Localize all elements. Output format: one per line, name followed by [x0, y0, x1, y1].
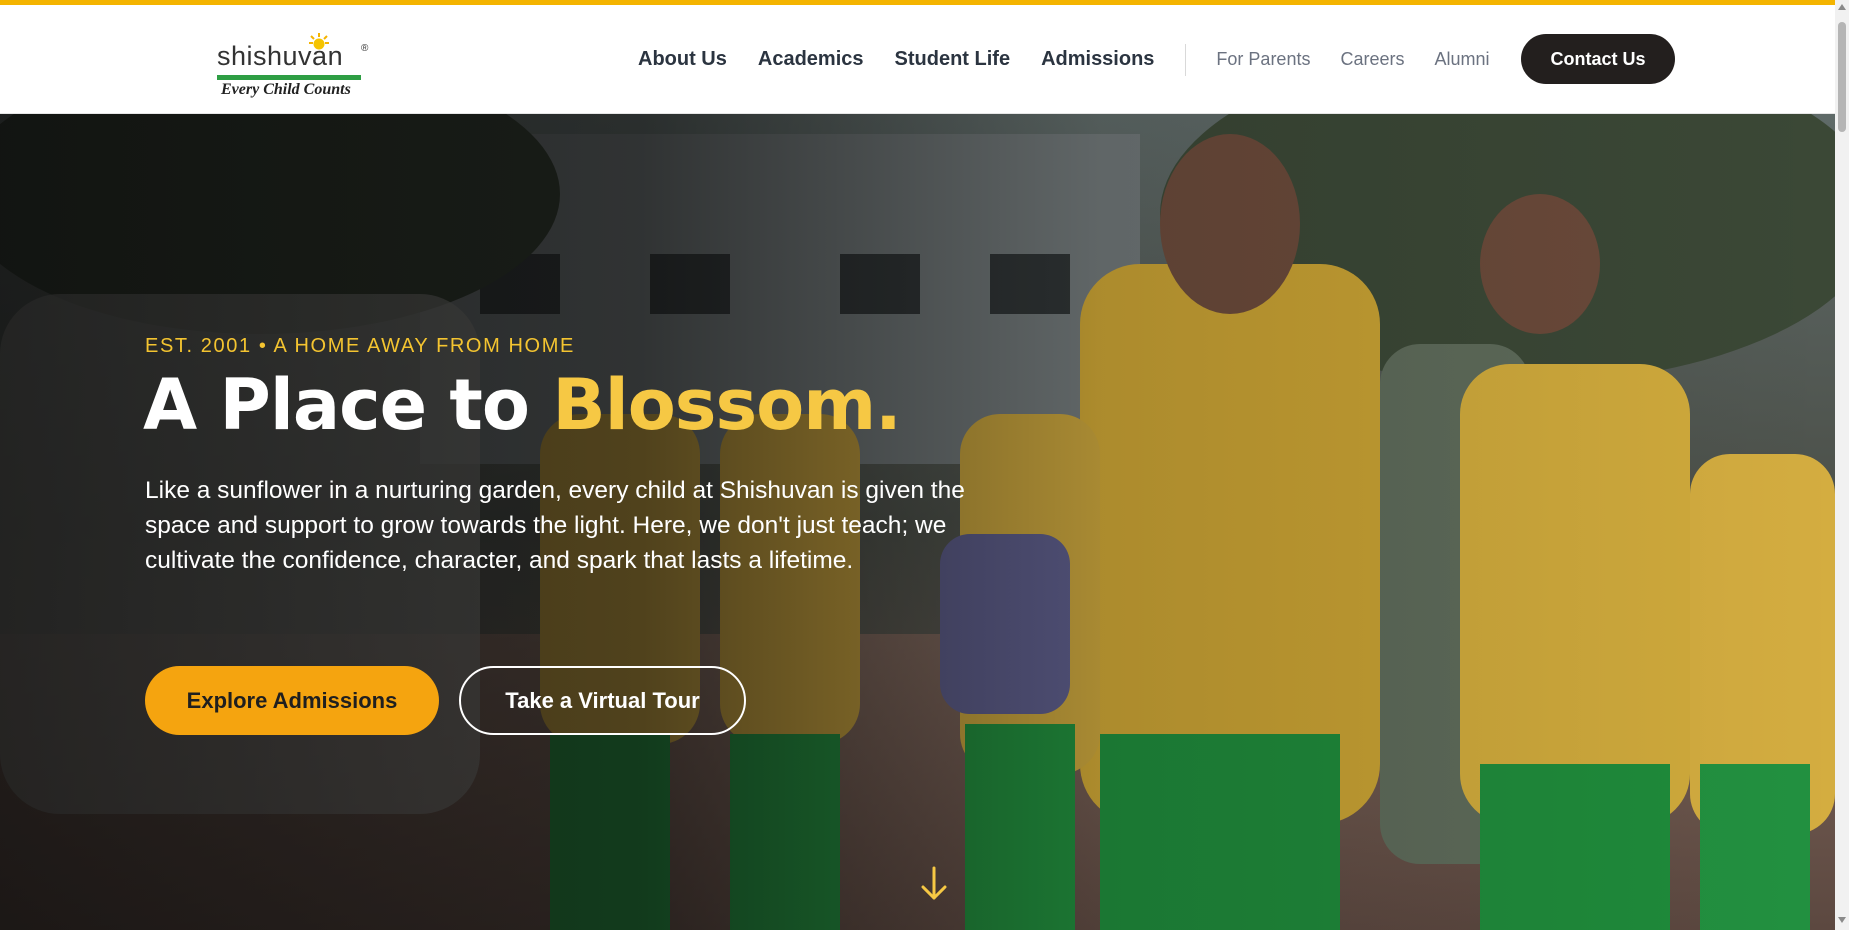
nav-admissions[interactable]: Admissions — [1041, 48, 1154, 71]
nav-student-life[interactable]: Student Life — [895, 48, 1011, 71]
shishuvan-logo[interactable]: shishuvan ® Every Child Counts — [215, 29, 375, 101]
contact-us-button[interactable]: Contact Us — [1521, 34, 1675, 84]
site-header: shishuvan ® Every Child Counts About Us … — [0, 5, 1835, 114]
logo-registered-mark: ® — [361, 43, 369, 54]
hero-description: Like a sunflower in a nurturing garden, … — [145, 477, 965, 574]
secondary-nav: For Parents Careers Alumni — [1216, 49, 1489, 70]
logo-underline — [217, 75, 361, 80]
nav-divider — [1185, 43, 1187, 76]
nav-careers[interactable]: Careers — [1340, 49, 1404, 70]
logo-tagline: Every Child Counts — [221, 81, 351, 98]
main-navigation: About Us Academics Student Life Admissio… — [638, 5, 1490, 114]
scrollbar-thumb[interactable] — [1838, 22, 1846, 132]
hero-section: EST. 2001 • A HOME AWAY FROM HOME A Plac… — [0, 114, 1835, 930]
sun-icon — [309, 33, 329, 50]
hero-headline: A Place to Blossom. — [143, 364, 902, 446]
headline-main: A Place to — [143, 364, 553, 446]
page-scrollbar[interactable] — [1835, 0, 1849, 930]
hero-eyebrow: EST. 2001 • A HOME AWAY FROM HOME — [145, 335, 575, 357]
explore-admissions-button[interactable]: Explore Admissions — [145, 666, 439, 735]
nav-alumni[interactable]: Alumni — [1435, 49, 1490, 70]
nav-academics[interactable]: Academics — [758, 48, 864, 71]
virtual-tour-button[interactable]: Take a Virtual Tour — [459, 666, 746, 735]
scroll-down-icon[interactable] — [1838, 917, 1846, 923]
headline-accent: Blossom. — [552, 364, 901, 446]
scroll-up-icon[interactable] — [1838, 4, 1846, 10]
nav-for-parents[interactable]: For Parents — [1216, 49, 1310, 70]
nav-about-us[interactable]: About Us — [638, 48, 727, 71]
primary-nav: About Us Academics Student Life Admissio… — [638, 48, 1154, 71]
arrow-down-icon[interactable] — [918, 864, 950, 904]
